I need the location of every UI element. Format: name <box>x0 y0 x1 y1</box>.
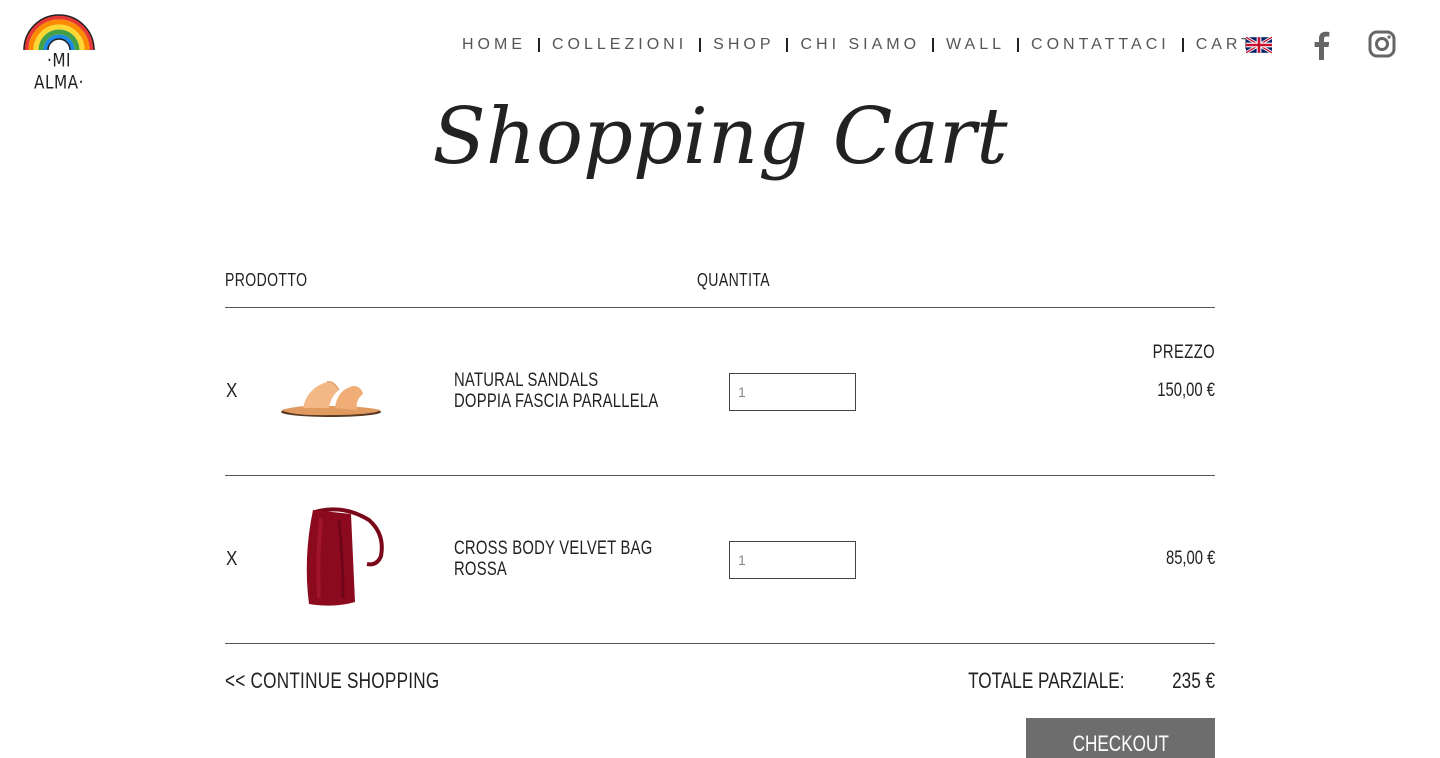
remove-item-button[interactable]: X <box>226 548 237 571</box>
uk-flag-icon[interactable] <box>1246 36 1272 54</box>
subtotal-label: TOTALE PARZIALE: <box>968 668 1125 693</box>
nav-chi-siamo[interactable]: CHI SIAMO <box>788 36 932 54</box>
page-title-text: Shopping Cart <box>432 92 1008 182</box>
product-name-line2: ROSSA <box>454 559 508 580</box>
nav-wall[interactable]: WALL <box>934 36 1017 54</box>
remove-item-button[interactable]: X <box>226 380 237 403</box>
brand-name: ·MI ALMA· <box>34 50 84 94</box>
velvet-bag-image[interactable] <box>273 498 393 618</box>
quantity-input[interactable] <box>729 541 856 579</box>
product-name[interactable]: CROSS BODY VELVET BAG ROSSA <box>454 538 652 580</box>
logo[interactable]: ·MI ALMA· <box>22 14 96 94</box>
subtotal-value: 235 € <box>1172 668 1215 693</box>
instagram-icon[interactable] <box>1368 30 1396 58</box>
header-quantity: QUANTITA <box>697 270 771 290</box>
item-price: 85,00 € <box>1165 548 1215 569</box>
sandal-image[interactable] <box>273 330 393 450</box>
nav-contattaci[interactable]: CONTATTACI <box>1019 36 1182 54</box>
cart-footer: << CONTINUE SHOPPING TOTALE PARZIALE: 23… <box>225 644 1215 716</box>
product-name-line1: CROSS BODY VELVET BAG <box>454 538 653 559</box>
nav-collezioni[interactable]: COLLEZIONI <box>540 36 699 54</box>
checkout-button[interactable]: CHECKOUT <box>1026 718 1215 758</box>
product-name-line2: DOPPIA FASCIA PARALLELA <box>454 391 659 412</box>
header-product: PRODOTTO <box>225 270 308 290</box>
quantity-input[interactable] <box>729 373 856 411</box>
nav-shop[interactable]: SHOP <box>701 36 786 54</box>
table-header: PRODOTTO QUANTITA PREZZO <box>225 270 1215 363</box>
page-title: Shopping Cart <box>432 92 1008 182</box>
continue-shopping-link[interactable]: << CONTINUE SHOPPING <box>225 668 439 694</box>
product-name-line1: NATURAL SANDALS <box>454 370 599 391</box>
product-name[interactable]: NATURAL SANDALS DOPPIA FASCIA PARALLELA <box>454 370 658 412</box>
cart-row: X NATURAL SANDALS DOPPIA FASCIA PARALLEL… <box>225 308 1215 476</box>
nav-home[interactable]: HOME <box>450 36 538 54</box>
rainbow-icon <box>23 14 95 51</box>
item-price: 150,00 € <box>1157 380 1215 401</box>
checkout-label: CHECKOUT <box>1072 731 1169 756</box>
cart-table: PRODOTTO QUANTITA PREZZO X NATURAL SANDA… <box>225 270 1215 716</box>
facebook-icon[interactable] <box>1310 30 1332 60</box>
main-nav: HOME COLLEZIONI SHOP CHI SIAMO WALL CONT… <box>450 33 1267 57</box>
cart-row: X CROSS BODY VELVET BAG ROSSA 85,00 € <box>225 476 1215 644</box>
